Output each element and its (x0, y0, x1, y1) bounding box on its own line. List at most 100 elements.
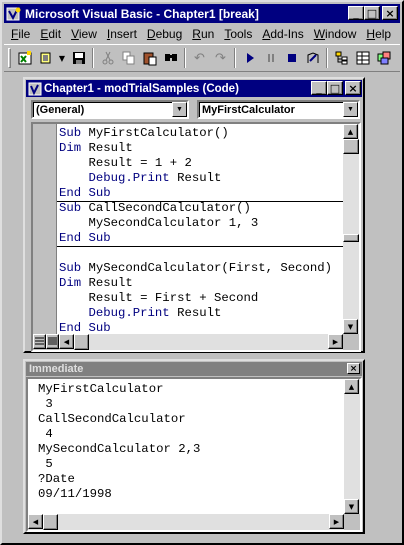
menu-item-file[interactable]: File (6, 27, 35, 41)
code-window-title: Chapter1 - modTrialSamples (Code) (44, 82, 239, 95)
immediate-title: Immediate (29, 363, 84, 375)
close-icon: × (348, 81, 358, 95)
paste-icon[interactable] (139, 47, 160, 69)
code-line[interactable]: Dim Result (59, 276, 349, 291)
code-line[interactable]: Dim Result (59, 141, 349, 156)
menu-item-accelerator: D (146, 27, 156, 41)
code-vertical-scrollbar[interactable]: ▲ ▼ (343, 124, 359, 334)
code-line[interactable] (59, 246, 349, 261)
immediate-vertical-scrollbar[interactable]: ▲ ▼ (344, 379, 360, 514)
chevron-down-icon[interactable]: ▼ (343, 102, 358, 117)
code-text: Result (81, 276, 133, 290)
code-window-titlebar[interactable]: Chapter1 - modTrialSamples (Code) _ □ × (26, 80, 362, 97)
code-text: Result (169, 171, 222, 185)
close-button[interactable]: × (382, 6, 398, 20)
code-line[interactable]: Sub CallSecondCalculator() (59, 201, 349, 216)
cut-icon[interactable] (97, 47, 118, 69)
scroll-right-icon[interactable]: ▶ (328, 334, 343, 349)
save-icon[interactable] (68, 47, 89, 69)
insert-module-icon[interactable] (35, 47, 56, 69)
scrollbar-thumb[interactable] (43, 514, 58, 530)
toolbar-separator (326, 48, 328, 68)
reset-icon[interactable] (281, 47, 302, 69)
toolbar-grip[interactable] (8, 48, 11, 68)
scroll-up-icon[interactable]: ▲ (343, 124, 358, 139)
code-line[interactable]: Sub MyFirstCalculator() (59, 126, 349, 141)
code-text[interactable]: Sub MyFirstCalculator() Dim Result Result… (59, 126, 349, 336)
scroll-down-icon[interactable]: ▼ (344, 499, 359, 514)
scrollbar-thumb[interactable] (74, 334, 89, 350)
code-text: Result (81, 141, 133, 155)
code-editor[interactable]: Sub MyFirstCalculator() Dim Result Result… (31, 122, 361, 352)
close-icon[interactable]: × (347, 363, 360, 374)
code-close-button[interactable]: × (345, 81, 361, 95)
code-line[interactable]: End Sub (59, 186, 349, 201)
procedure-view-icon[interactable] (33, 334, 46, 349)
insert-dropdown-icon[interactable]: ▼ (56, 47, 68, 69)
code-line[interactable]: MySecondCalculator 1, 3 (59, 216, 349, 231)
object-combo[interactable]: (General) ▼ (31, 100, 189, 119)
scroll-right-icon[interactable]: ▶ (329, 514, 344, 529)
menu-item-window[interactable]: Window (309, 27, 362, 41)
code-horizontal-scrollbar[interactable]: ◀ ▶ (59, 334, 343, 350)
code-text: MySecondCalculator 1, 3 (59, 216, 259, 230)
procedure-combo[interactable]: MyFirstCalculator ▼ (197, 100, 360, 119)
full-module-view-icon[interactable] (46, 334, 59, 349)
immediate-output[interactable]: MyFirstCalculator 3 CallSecondCalculator … (38, 382, 200, 502)
code-line[interactable]: Debug.Print Result (59, 171, 349, 186)
code-maximize-button[interactable]: □ (327, 81, 343, 95)
scroll-left-icon[interactable]: ◀ (28, 514, 43, 529)
code-keyword: Dim (59, 276, 82, 290)
scroll-left-icon[interactable]: ◀ (59, 334, 74, 349)
object-browser-icon[interactable] (373, 47, 394, 69)
project-explorer-icon[interactable] (331, 47, 352, 69)
code-text: Result (169, 306, 222, 320)
immediate-titlebar[interactable]: Immediate × (26, 362, 362, 376)
scroll-down-icon[interactable]: ▼ (343, 319, 358, 334)
menu-item-insert[interactable]: Insert (102, 27, 142, 41)
app-titlebar[interactable]: Microsoft Visual Basic - Chapter1 [break… (4, 4, 400, 23)
code-line[interactable]: End Sub (59, 231, 349, 246)
minimize-button[interactable]: _ (348, 6, 364, 20)
menu-item-help[interactable]: Help (361, 27, 396, 41)
code-line[interactable]: Sub MySecondCalculator(First, Second) (59, 261, 349, 276)
margin-indicator-bar[interactable] (33, 124, 57, 334)
toolbar-separator (184, 48, 186, 68)
menu-item-view[interactable]: View (66, 27, 102, 41)
code-keyword: Dim (59, 141, 82, 155)
scroll-up-icon[interactable]: ▲ (344, 379, 359, 394)
code-text: MySecondCalculator(First, Second) (81, 261, 333, 275)
code-line[interactable]: Result = 1 + 2 (59, 156, 349, 171)
break-icon[interactable] (260, 47, 281, 69)
menu-item-debug[interactable]: Debug (142, 27, 187, 41)
menu-item-run[interactable]: Run (187, 27, 219, 41)
procedure-separator (57, 246, 349, 247)
immediate-horizontal-scrollbar[interactable]: ◀ ▶ (28, 514, 344, 530)
immediate-window: Immediate × MyFirstCalculator 3 CallSecon… (23, 359, 365, 534)
copy-icon[interactable] (118, 47, 139, 69)
code-line[interactable]: Result = First + Second (59, 291, 349, 306)
menu-item-edit[interactable]: Edit (35, 27, 66, 41)
find-icon[interactable] (160, 47, 181, 69)
vba-app-icon (6, 6, 22, 22)
chevron-down-icon[interactable]: ▼ (172, 102, 187, 117)
code-line[interactable]: Debug.Print Result (59, 306, 349, 321)
maximize-button[interactable]: □ (364, 6, 380, 20)
properties-icon[interactable] (352, 47, 373, 69)
scrollbar-thumb[interactable] (343, 139, 359, 154)
standard-toolbar: ▼ ↶ ↷ (4, 44, 400, 72)
menu-item-add-ins[interactable]: Add-Ins (257, 27, 308, 41)
code-keyword: End Sub (59, 321, 111, 335)
procedure-combo-value: MyFirstCalculator (202, 104, 295, 116)
undo-icon[interactable]: ↶ (189, 47, 210, 69)
code-minimize-button[interactable]: _ (311, 81, 327, 95)
excel-view-icon[interactable] (14, 47, 35, 69)
immediate-pane[interactable]: MyFirstCalculator 3 CallSecondCalculator … (26, 377, 362, 532)
run-icon[interactable] (239, 47, 260, 69)
menu-item-tools[interactable]: Tools (219, 27, 257, 41)
redo-icon[interactable]: ↷ (210, 47, 231, 69)
design-mode-icon[interactable] (302, 47, 323, 69)
split-bar[interactable] (343, 234, 359, 242)
menu-item-label: nsert (110, 27, 137, 41)
module-icon (28, 82, 42, 95)
